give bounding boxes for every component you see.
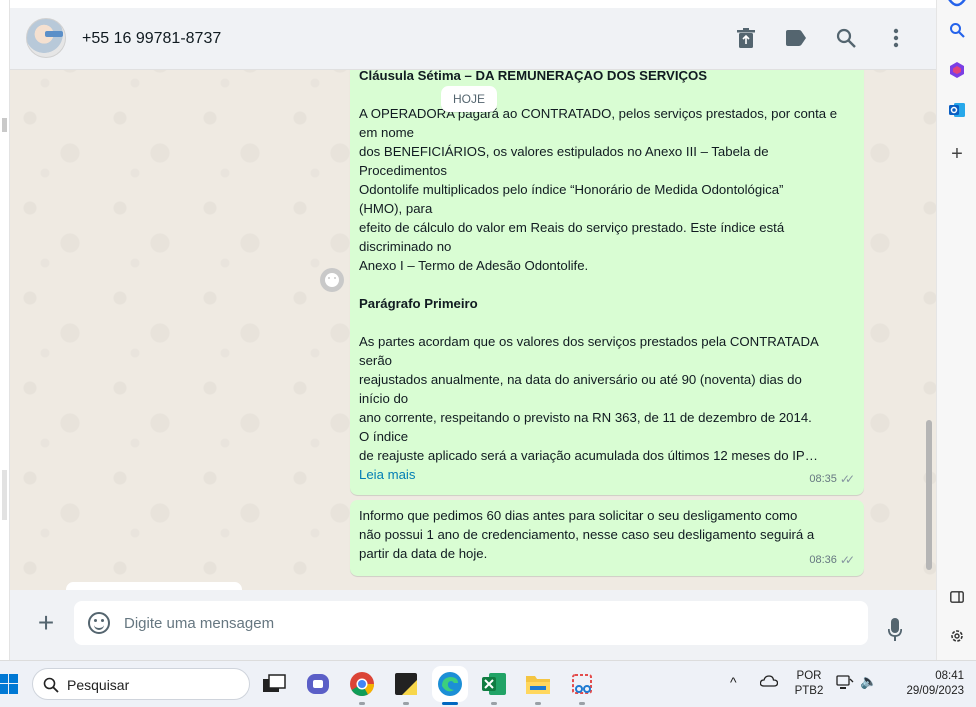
chat-header: +55 16 99781-8737 (10, 8, 936, 70)
app-active-indicator (442, 702, 458, 705)
browser-sidebar: + (936, 0, 976, 660)
message-input[interactable] (124, 601, 854, 645)
excel-icon[interactable] (480, 670, 508, 698)
network-icon[interactable] (836, 675, 854, 696)
taskbar-search-label: Pesquisar (67, 677, 130, 693)
message-line: discriminado no (359, 239, 452, 254)
add-icon[interactable]: + (945, 142, 969, 166)
message-line: reajustados anualmente, na data do anive… (359, 372, 802, 387)
double-check-icon: ✓✓ (839, 472, 855, 486)
chat-scrollbar[interactable] (926, 420, 932, 570)
message-line: ano corrente, respeitando o previsto na … (359, 410, 812, 425)
language-code: POR (796, 670, 822, 682)
message-line: Informo que pedimos 60 dias antes para s… (359, 508, 798, 523)
onedrive-cloud-icon[interactable] (759, 675, 779, 692)
tray-overflow-chevron-icon[interactable]: ^ (730, 675, 737, 690)
task-view-icon[interactable] (260, 670, 288, 698)
taskbar-clock[interactable]: 08:41 29/09/2023 (890, 669, 964, 699)
message-meta: 08:35 ✓✓ (809, 470, 855, 489)
emoji-icon[interactable] (88, 612, 110, 634)
message-meta: 08:36 ✓✓ (809, 551, 855, 570)
message-line: início do (359, 391, 409, 406)
read-more-link[interactable]: Leia mais (359, 465, 855, 484)
outlook-icon[interactable] (945, 98, 969, 122)
sidebar-toggle-icon[interactable] (945, 585, 969, 609)
message-line: de reajuste aplicado será a variação acu… (359, 448, 818, 463)
left-edge-strip (0, 0, 10, 660)
contact-avatar[interactable] (26, 18, 66, 58)
message-line: O índice (359, 429, 409, 444)
composer-bar: + (10, 590, 936, 660)
clock-date: 29/09/2023 (906, 685, 964, 697)
settings-gear-icon[interactable] (945, 624, 969, 648)
date-divider: HOJE (441, 86, 498, 112)
taskbar-search-box[interactable]: Pesquisar (32, 668, 250, 700)
message-line: Odontolife multiplicados pelo índice “Ho… (359, 182, 784, 197)
app-running-indicator (403, 702, 409, 705)
app-running-indicator (535, 702, 541, 705)
clock-time: 08:41 (935, 670, 964, 682)
keyboard-language-indicator[interactable]: POR PTB2 (792, 669, 826, 699)
volume-icon[interactable]: 🔈 (860, 674, 877, 689)
search-icon[interactable] (834, 26, 858, 50)
edge-marker (2, 470, 7, 520)
message-line: não possui 1 ano de credenciamento, ness… (359, 527, 815, 542)
keyboard-layout: PTB2 (794, 685, 824, 697)
label-icon[interactable] (784, 26, 808, 50)
forward-icon[interactable] (320, 268, 344, 292)
message-line: (HMO), para (359, 201, 433, 216)
message-input-box (74, 601, 868, 645)
message-line: partir da data de hoje. (359, 546, 488, 561)
app-running-indicator (491, 702, 497, 705)
message-line: As partes acordam que os valores dos ser… (359, 334, 819, 349)
message-line: efeito de cálculo do valor em Reais do s… (359, 220, 785, 235)
message-line: A OPERADORA pagará ao CONTRATADO, pelos … (359, 106, 838, 121)
message-line: dos BENEFICIÁRIOS, os valores estipulado… (359, 144, 769, 159)
message-subtitle: Parágrafo Primeiro (359, 296, 478, 311)
windows-start-icon[interactable] (0, 674, 18, 694)
windows-taskbar: Pesquisar ^ POR PTB2 🔈 08:41 29/09/2023 (0, 660, 976, 707)
message-bubble-outgoing[interactable]: Cláusula Sétima – DA REMUNERAÇÃO DOS SER… (350, 60, 864, 495)
microphone-icon[interactable] (887, 618, 903, 642)
chat-pane: +55 16 99781-8737 Cláusula Sétima – DA R… (10, 8, 936, 660)
message-time: 08:36 (809, 554, 837, 566)
edge-icon[interactable] (436, 670, 464, 698)
message-line: Anexo I – Termo de Adesão Odontolife. (359, 258, 589, 273)
attach-plus-icon[interactable]: + (34, 609, 58, 637)
copilot-icon[interactable] (945, 0, 969, 16)
message-line: Procedimentos (359, 163, 447, 178)
message-bubble-outgoing[interactable]: Informo que pedimos 60 dias antes para s… (350, 500, 864, 576)
message-line: serão (359, 353, 392, 368)
more-vertical-icon[interactable] (884, 26, 908, 50)
file-explorer-icon[interactable] (524, 670, 552, 698)
app-running-indicator (359, 702, 365, 705)
message-time: 08:35 (809, 473, 837, 485)
app-running-indicator (579, 702, 585, 705)
search-icon (43, 677, 59, 693)
edge-marker (2, 118, 7, 132)
contact-name[interactable]: +55 16 99781-8737 (82, 30, 221, 48)
double-check-icon: ✓✓ (839, 553, 855, 567)
snipping-tool-icon[interactable] (568, 670, 596, 698)
sticky-notes-icon[interactable] (392, 670, 420, 698)
search-icon[interactable] (945, 18, 969, 42)
delete-icon[interactable] (734, 26, 758, 50)
message-line: em nome (359, 125, 414, 140)
chrome-icon[interactable] (348, 670, 376, 698)
office-icon[interactable] (945, 58, 969, 82)
teams-icon[interactable] (304, 670, 332, 698)
